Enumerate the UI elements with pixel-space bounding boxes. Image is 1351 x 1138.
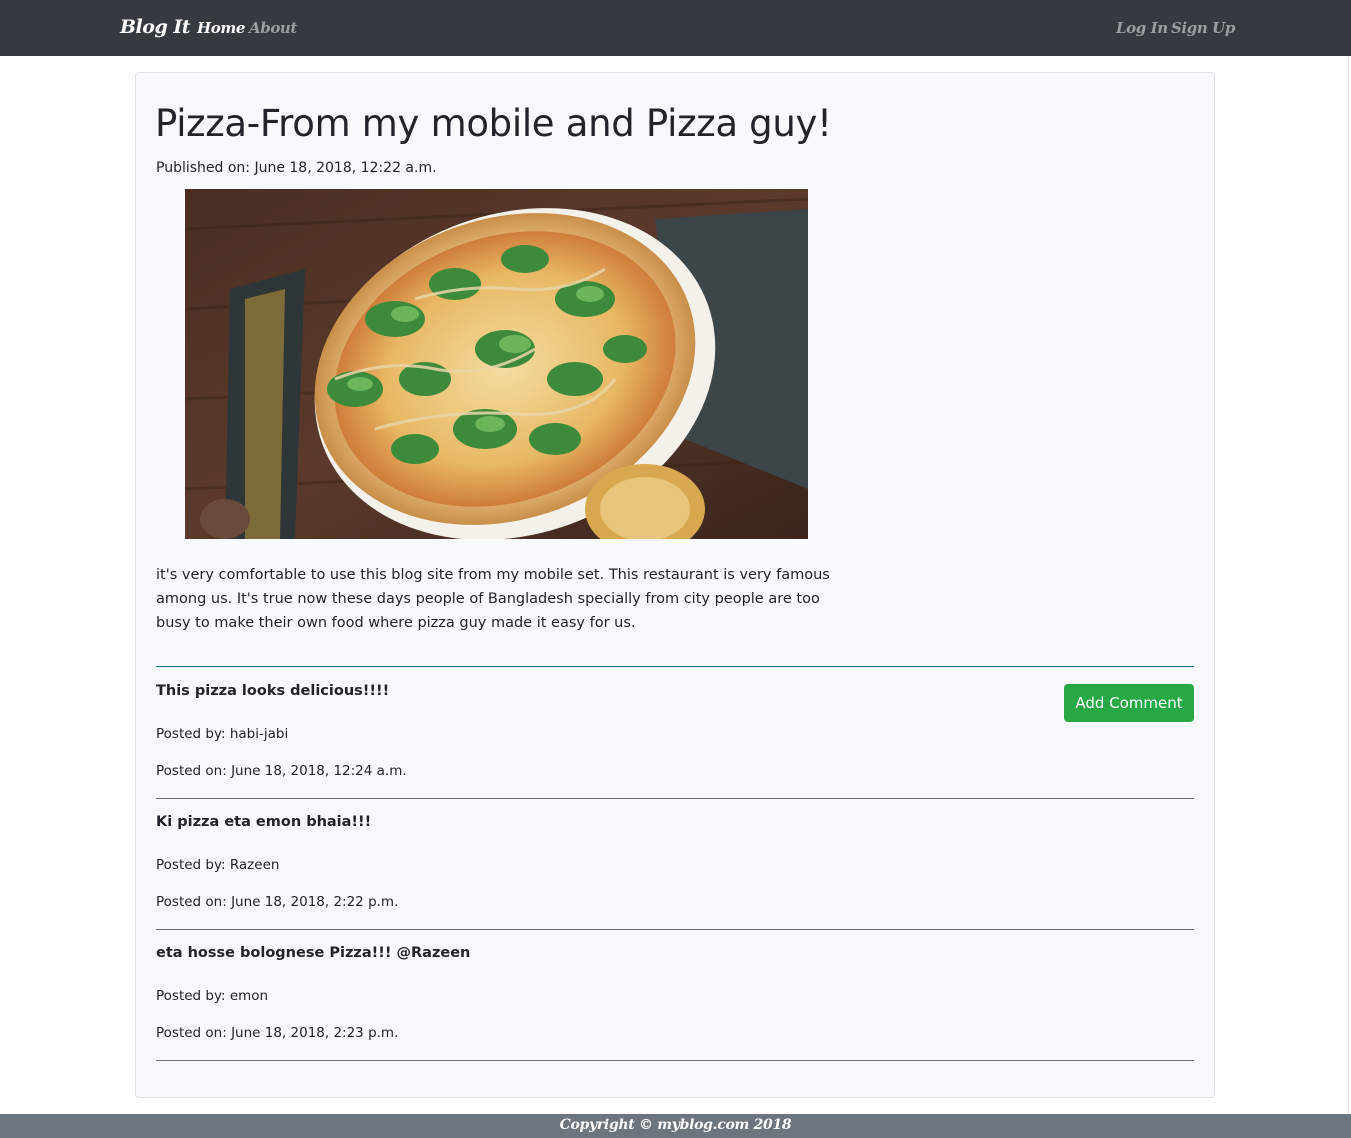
footer: Copyright © myblog.com 2018 (0, 1114, 1351, 1138)
pizza-photo (185, 189, 808, 539)
nav-home-link[interactable]: Home (197, 19, 245, 37)
brand-logo[interactable]: Blog It (120, 16, 191, 38)
post-title: Pizza-From my mobile and Pizza guy! (155, 102, 832, 145)
comment-author: Posted by: habi-jabi (156, 726, 289, 742)
signup-link[interactable]: Sign Up (1171, 19, 1235, 37)
post-body: it's very comfortable to use this blog s… (156, 567, 830, 631)
comment-date: Posted on: June 18, 2018, 2:22 p.m. (156, 894, 399, 910)
comment-text: This pizza looks delicious!!!! (156, 683, 390, 699)
published-date: Published on: June 18, 2018, 12:22 a.m. (156, 160, 437, 176)
comment-author: Posted by: Razeen (156, 857, 280, 873)
nav-about-link[interactable]: About (249, 19, 297, 37)
comment-author: Posted by: emon (156, 988, 269, 1004)
comment-item: eta hosse bolognese Pizza!!! @Razeen Pos… (156, 929, 1194, 1061)
comment-divider (156, 1060, 1194, 1061)
login-link[interactable]: Log In (1116, 19, 1168, 37)
comment-text: Ki pizza eta emon bhaia!!! (156, 814, 372, 830)
scrollbar-edge (1348, 56, 1349, 1114)
comment-text: eta hosse bolognese Pizza!!! @Razeen (156, 945, 471, 961)
comment-date: Posted on: June 18, 2018, 12:24 a.m. (156, 763, 407, 779)
comment-item: Ki pizza eta emon bhaia!!! Posted by: Ra… (156, 798, 1194, 930)
copyright-text: Copyright © myblog.com 2018 (559, 1117, 792, 1133)
comment-date: Posted on: June 18, 2018, 2:23 p.m. (156, 1025, 399, 1041)
comment-item: This pizza looks delicious!!!! Posted by… (156, 667, 1194, 799)
top-navbar: Blog It Home About Log In Sign Up (0, 0, 1351, 56)
